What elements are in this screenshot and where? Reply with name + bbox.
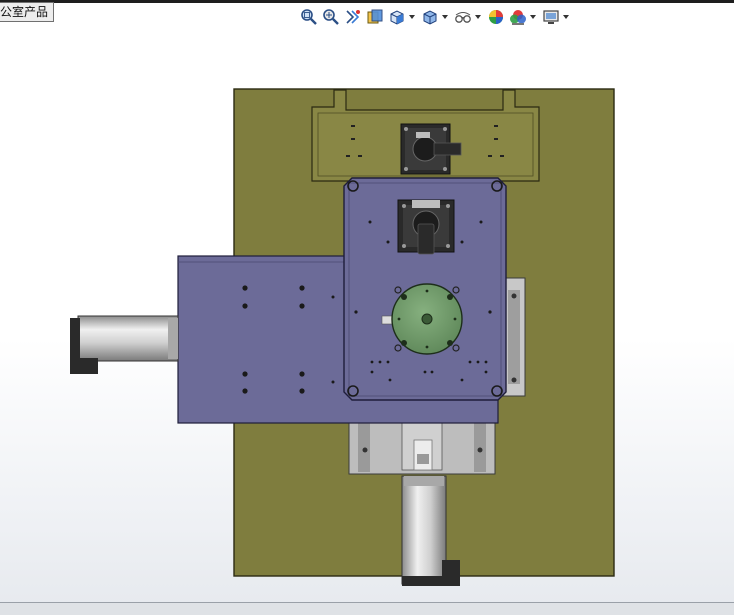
left-air-cylinder[interactable] bbox=[70, 315, 179, 374]
graphics-area[interactable] bbox=[0, 0, 734, 615]
status-bar-edge bbox=[0, 602, 734, 615]
center-stepper-motor[interactable] bbox=[397, 199, 455, 255]
